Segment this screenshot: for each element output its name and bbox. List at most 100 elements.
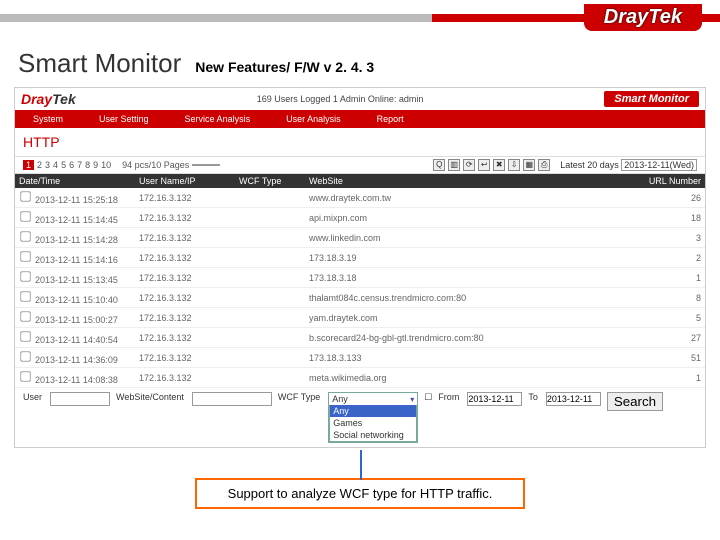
cell-site[interactable]: www.draytek.com.tw: [305, 188, 635, 208]
to-input[interactable]: [546, 392, 601, 406]
row-checkbox[interactable]: [20, 371, 30, 381]
search-icon[interactable]: Q: [433, 159, 445, 171]
page-1[interactable]: 1: [23, 160, 34, 170]
app-window: DrayTek 169 Users Logged 1 Admin Online:…: [14, 87, 706, 448]
col-site[interactable]: WebSite: [305, 174, 635, 188]
cell-site[interactable]: api.mixpn.com: [305, 208, 635, 228]
table-row: 2013-12-11 15:10:40172.16.3.132thalamt08…: [15, 288, 705, 308]
nav-report[interactable]: Report: [359, 114, 422, 124]
col-datetime[interactable]: Date/Time: [15, 174, 135, 188]
row-checkbox[interactable]: [20, 251, 30, 261]
page-4[interactable]: 4: [53, 160, 58, 170]
nav-service-analysis[interactable]: Service Analysis: [167, 114, 269, 124]
cell-ip: 172.16.3.132: [135, 348, 235, 368]
callout-box: Support to analyze WCF type for HTTP tra…: [195, 478, 525, 509]
page-9[interactable]: 9: [93, 160, 98, 170]
cell-ip: 172.16.3.132: [135, 308, 235, 328]
wcf-selected[interactable]: Any: [329, 393, 417, 405]
page-6[interactable]: 6: [69, 160, 74, 170]
nav-user-analysis[interactable]: User Analysis: [268, 114, 359, 124]
cell-site[interactable]: yam.draytek.com: [305, 308, 635, 328]
cell-wcf: [235, 328, 305, 348]
page-3[interactable]: 3: [45, 160, 50, 170]
main-nav: System User Setting Service Analysis Use…: [15, 110, 705, 128]
table-row: 2013-12-11 15:25:18172.16.3.132 www.drayt…: [15, 188, 705, 208]
export-icon[interactable]: ⇩: [508, 159, 520, 171]
cell-datetime: 2013-12-11 15:13:45: [15, 268, 135, 288]
cell-wcf: [235, 248, 305, 268]
cell-wcf: [235, 228, 305, 248]
page-7[interactable]: 7: [77, 160, 82, 170]
cell-site[interactable]: thalamt084c.census.trendmicro.com:80: [305, 288, 635, 308]
cell-site[interactable]: meta.wikimedia.org: [305, 368, 635, 388]
row-checkbox[interactable]: [20, 291, 30, 301]
date-select[interactable]: 2013-12-11(Wed): [621, 159, 697, 171]
table-row: 2013-12-11 15:00:27172.16.3.132 yam.drayt…: [15, 308, 705, 328]
row-checkbox[interactable]: [20, 191, 30, 201]
cell-ip: 172.16.3.132: [135, 228, 235, 248]
row-checkbox[interactable]: [20, 331, 30, 341]
page-8[interactable]: 8: [85, 160, 90, 170]
from-label: From: [438, 392, 459, 402]
from-input[interactable]: [467, 392, 522, 406]
row-checkbox[interactable]: [20, 231, 30, 241]
col-user[interactable]: User Name/IP: [135, 174, 235, 188]
cell-datetime: 2013-12-11 15:25:18: [15, 188, 135, 208]
date-range: Latest 20 days 2013-12-11(Wed): [560, 160, 697, 170]
user-input[interactable]: [50, 392, 110, 406]
row-checkbox[interactable]: [20, 211, 30, 221]
cell-site[interactable]: 173.18.3.18: [305, 268, 635, 288]
page-5[interactable]: 5: [61, 160, 66, 170]
refresh-icon[interactable]: ⟳: [463, 159, 475, 171]
col-urlnum[interactable]: URL Number: [635, 174, 705, 188]
cell-wcf: [235, 308, 305, 328]
site-label: WebSite/Content: [116, 392, 184, 402]
row-checkbox[interactable]: [20, 271, 30, 281]
calendar-icon[interactable]: ▦: [523, 159, 535, 171]
cell-num: 1: [635, 368, 705, 388]
cell-datetime: 2013-12-11 15:00:27: [15, 308, 135, 328]
nav-user-setting[interactable]: User Setting: [81, 114, 167, 124]
page-10[interactable]: 10: [101, 160, 111, 170]
print-icon[interactable]: ⎙: [538, 159, 550, 171]
cell-ip: 172.16.3.132: [135, 188, 235, 208]
cell-site[interactable]: 173.18.3.19: [305, 248, 635, 268]
cell-ip: 172.16.3.132: [135, 368, 235, 388]
wcf-label: WCF Type: [278, 392, 320, 402]
slide-subtitle: New Features/ F/W v 2. 4. 3: [195, 59, 374, 75]
back-icon[interactable]: ↩: [478, 159, 490, 171]
toolbar-icons: Q ▥ ⟳ ↩ ✖ ⇩ ▦ ⎙: [433, 159, 550, 171]
cell-num: 3: [635, 228, 705, 248]
cell-site[interactable]: 173.18.3.133: [305, 348, 635, 368]
table-row: 2013-12-11 14:36:09172.16.3.132173.18.3.…: [15, 348, 705, 368]
delete-icon[interactable]: ✖: [493, 159, 505, 171]
cell-num: 1: [635, 268, 705, 288]
cell-wcf: [235, 348, 305, 368]
search-button[interactable]: Search: [607, 392, 663, 411]
app-topbar: DrayTek 169 Users Logged 1 Admin Online:…: [15, 88, 705, 110]
row-checkbox[interactable]: [20, 351, 30, 361]
slide-title: Smart Monitor: [18, 48, 181, 79]
wcf-option-social[interactable]: Social networking: [330, 429, 416, 441]
page-2[interactable]: 2: [37, 160, 42, 170]
cell-site[interactable]: www.linkedin.com: [305, 228, 635, 248]
to-label: To: [528, 392, 538, 402]
wcf-option-games[interactable]: Games: [330, 417, 416, 429]
site-input[interactable]: [192, 392, 272, 406]
cell-ip: 172.16.3.132: [135, 328, 235, 348]
cell-wcf: [235, 368, 305, 388]
nav-system[interactable]: System: [15, 114, 81, 124]
cell-site[interactable]: b.scorecard24-bg-gbl-gtl.trendmicro.com:…: [305, 328, 635, 348]
col-wcf[interactable]: WCF Type: [235, 174, 305, 188]
cell-datetime: 2013-12-11 14:40:54: [15, 328, 135, 348]
filter-row: User WebSite/Content WCF Type Any Any Ga…: [15, 388, 705, 447]
per-page-input[interactable]: [192, 164, 220, 166]
row-checkbox[interactable]: [20, 311, 30, 321]
chart-icon[interactable]: ▥: [448, 159, 460, 171]
wcf-option-any[interactable]: Any: [330, 405, 416, 417]
wcf-type-select[interactable]: Any Any Games Social networking: [328, 392, 418, 443]
cell-wcf: [235, 268, 305, 288]
pager-info: 94 pcs/10 Pages: [122, 160, 189, 170]
title-row: Smart Monitor New Features/ F/W v 2. 4. …: [0, 48, 720, 79]
toolbar: 1 2 3 4 5 6 7 8 9 10 94 pcs/10 Pages Q ▥…: [15, 156, 705, 174]
